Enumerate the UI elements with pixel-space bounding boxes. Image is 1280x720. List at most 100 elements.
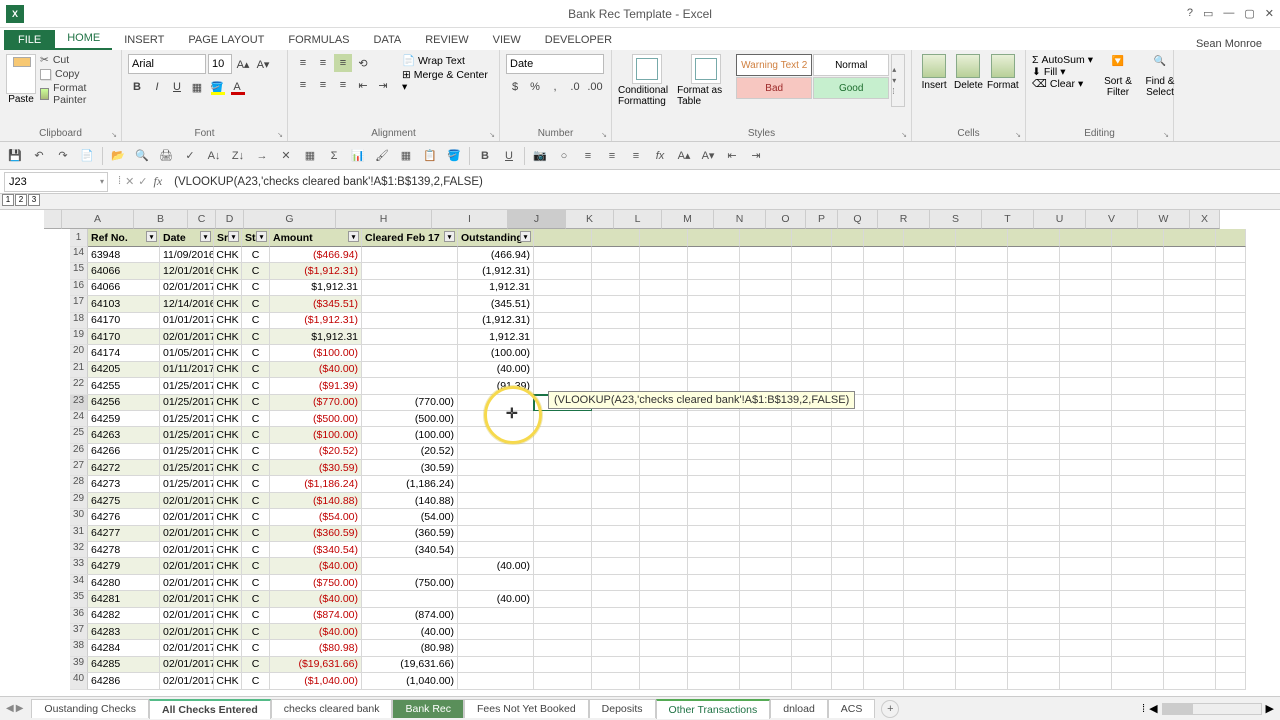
cell-B29[interactable]: 02/01/2017 (160, 493, 214, 509)
cell-N32[interactable] (740, 542, 792, 558)
cell-L39[interactable] (640, 657, 688, 673)
cell-J40[interactable] (534, 673, 592, 689)
cell-A18[interactable]: 64170 (88, 313, 160, 329)
cell-D38[interactable]: C (242, 640, 270, 656)
cell-H38[interactable]: (80.98) (362, 640, 458, 656)
cell-L24[interactable] (640, 411, 688, 427)
cell-G29[interactable]: ($140.88) (270, 493, 362, 509)
cell-N28[interactable] (740, 476, 792, 492)
cell-D32[interactable]: C (242, 542, 270, 558)
cell-V23[interactable] (1112, 395, 1164, 411)
cancel-icon[interactable]: ✕ (277, 147, 295, 165)
cell-R27[interactable] (904, 460, 956, 476)
view-tab[interactable]: VIEW (481, 30, 533, 50)
cell-P34[interactable] (832, 575, 864, 591)
maximize-icon[interactable]: ▢ (1244, 7, 1254, 20)
cell-D31[interactable]: C (242, 526, 270, 542)
cell-L20[interactable] (640, 345, 688, 361)
cell-S31[interactable] (956, 526, 1008, 542)
cell-R34[interactable] (904, 575, 956, 591)
sum-icon[interactable]: Σ (325, 147, 343, 165)
cell-I34[interactable] (458, 575, 534, 591)
cell-X28[interactable] (1216, 476, 1246, 492)
cell-U26[interactable] (1060, 444, 1112, 460)
cell-R23[interactable] (904, 395, 956, 411)
cell-K20[interactable] (592, 345, 640, 361)
align-middle-icon[interactable]: ≡ (314, 54, 332, 72)
cell-D30[interactable]: C (242, 509, 270, 525)
cell-W35[interactable] (1164, 591, 1216, 607)
cell-X16[interactable] (1216, 280, 1246, 296)
cell-V29[interactable] (1112, 493, 1164, 509)
home-tab[interactable]: HOME (55, 28, 112, 50)
cell-D37[interactable]: C (242, 624, 270, 640)
header-J[interactable] (534, 229, 592, 247)
colhead-U[interactable]: U (1034, 210, 1086, 229)
cell-J18[interactable] (534, 313, 592, 329)
colhead-I[interactable]: I (432, 210, 508, 229)
cell-G23[interactable]: ($770.00) (270, 395, 362, 411)
cell-H36[interactable]: (874.00) (362, 608, 458, 624)
currency-icon[interactable]: $ (506, 78, 524, 96)
cell-C22[interactable]: CHK (214, 378, 242, 394)
inc-font-qat[interactable]: A▴ (675, 147, 693, 165)
cell-X38[interactable] (1216, 640, 1246, 656)
cell-T28[interactable] (1008, 476, 1060, 492)
format-painter-button[interactable]: Format Painter (40, 82, 115, 106)
cell-H37[interactable]: (40.00) (362, 624, 458, 640)
cell-I20[interactable]: (100.00) (458, 345, 534, 361)
cell-G28[interactable]: ($1,186.24) (270, 476, 362, 492)
align-top-icon[interactable]: ≡ (294, 54, 312, 72)
cell-U33[interactable] (1060, 558, 1112, 574)
cell-N31[interactable] (740, 526, 792, 542)
cell-O32[interactable] (792, 542, 832, 558)
border-button[interactable]: ▦ (188, 78, 206, 96)
cell-U14[interactable] (1060, 247, 1112, 263)
user-name[interactable]: Sean Monroe (1196, 38, 1262, 50)
cell-P18[interactable] (832, 313, 864, 329)
cell-U15[interactable] (1060, 263, 1112, 279)
rowhead-29[interactable]: 29 (70, 493, 88, 509)
cell-C40[interactable]: CHK (214, 673, 242, 689)
cell-B31[interactable]: 02/01/2017 (160, 526, 214, 542)
cell-R35[interactable] (904, 591, 956, 607)
cell-W34[interactable] (1164, 575, 1216, 591)
header-L[interactable] (640, 229, 688, 247)
cell-O30[interactable] (792, 509, 832, 525)
cell-J29[interactable] (534, 493, 592, 509)
cell-W18[interactable] (1164, 313, 1216, 329)
cell-D17[interactable]: C (242, 296, 270, 312)
cell-D27[interactable]: C (242, 460, 270, 476)
cell-V24[interactable] (1112, 411, 1164, 427)
cell-O24[interactable] (792, 411, 832, 427)
cell-K31[interactable] (592, 526, 640, 542)
cell-R21[interactable] (904, 362, 956, 378)
increase-decimal-icon[interactable]: .0 (566, 78, 584, 96)
add-sheet-icon[interactable]: + (881, 700, 899, 718)
header-O[interactable] (792, 229, 832, 247)
header-I[interactable]: Outstanding▾ (458, 229, 534, 247)
cell-B22[interactable]: 01/25/2017 (160, 378, 214, 394)
cell-H30[interactable]: (54.00) (362, 509, 458, 525)
cell-X33[interactable] (1216, 558, 1246, 574)
cell-D15[interactable]: C (242, 263, 270, 279)
cell-R30[interactable] (904, 509, 956, 525)
cell-H29[interactable]: (140.88) (362, 493, 458, 509)
cell-X40[interactable] (1216, 673, 1246, 689)
cell-C34[interactable]: CHK (214, 575, 242, 591)
rowhead-19[interactable]: 19 (70, 329, 88, 345)
colhead-Q[interactable]: Q (838, 210, 878, 229)
tab-deposits[interactable]: Deposits (589, 699, 656, 718)
tab-cleared[interactable]: checks cleared bank (271, 699, 393, 718)
cell-P39[interactable] (832, 657, 864, 673)
cell-X35[interactable] (1216, 591, 1246, 607)
cell-U35[interactable] (1060, 591, 1112, 607)
open-icon[interactable]: 📂 (109, 147, 127, 165)
cell-K36[interactable] (592, 608, 640, 624)
cell-T25[interactable] (1008, 427, 1060, 443)
cell-Q33[interactable] (864, 558, 904, 574)
cell-B14[interactable]: 11/09/2016 (160, 247, 214, 263)
underline-qat-icon[interactable]: U (500, 147, 518, 165)
cell-L27[interactable] (640, 460, 688, 476)
cell-C36[interactable]: CHK (214, 608, 242, 624)
